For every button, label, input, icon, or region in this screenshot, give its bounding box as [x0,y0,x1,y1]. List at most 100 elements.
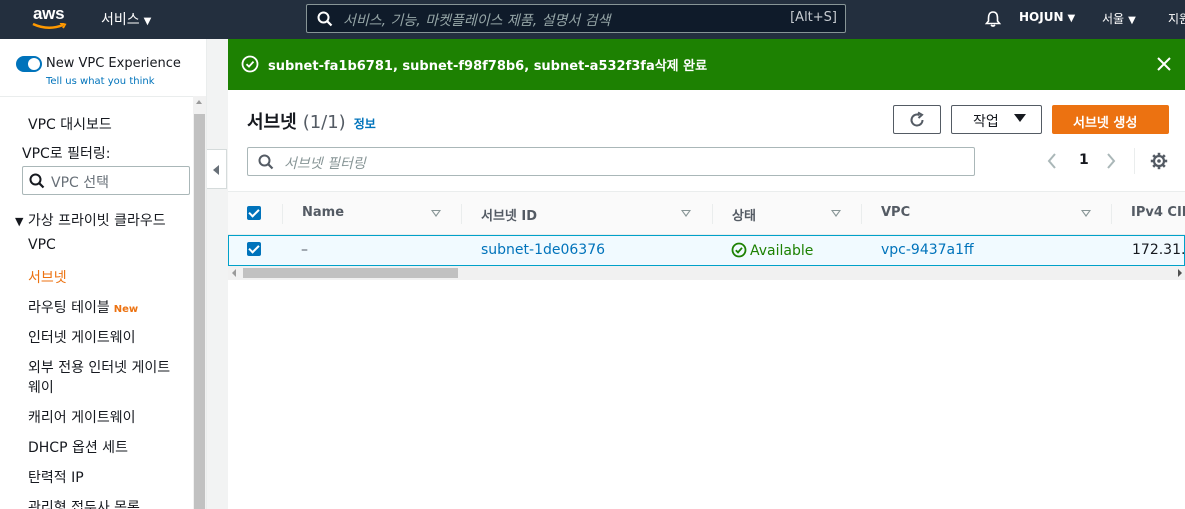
table-header: Name 서브넷 ID 상태 VPC IPv4 CIDR [228,191,1185,235]
aws-logo-text: aws [33,4,65,23]
subnets-panel-header: 서브넷 (1/1) 정보 작업 서브넷 생성 서브넷 필터링 1 [228,90,1185,191]
region-menu[interactable]: 서울 ▼ [1102,10,1136,27]
sidebar-item-carrier-gateways[interactable]: 캐리어 게이트웨이 [28,407,136,427]
sidebar-item-egress-only-gateways[interactable]: 외부 전용 인터넷 게이트 [28,357,170,377]
chevron-down-icon: ▼ [143,16,152,27]
user-name: HOJUN [1019,10,1064,24]
create-subnet-button[interactable]: 서브넷 생성 [1052,105,1169,134]
actions-label: 작업 [973,114,999,130]
sidebar-item-vpc-dashboard[interactable]: VPC 대시보드 [28,114,112,134]
aws-logo[interactable]: aws [32,4,72,34]
scroll-right-arrow-icon[interactable] [1178,269,1182,277]
scroll-up-arrow-icon[interactable] [196,100,202,104]
select-all-checkbox[interactable] [247,206,261,220]
subnet-filter-placeholder: 서브넷 필터링 [284,156,366,172]
scroll-left-arrow-icon[interactable] [232,269,236,277]
actions-dropdown-button[interactable]: 작업 [951,105,1042,134]
sidebar-scrollbar[interactable] [193,96,206,509]
table-row[interactable]: – subnet-1de06376 Available vpc-9437a1ff… [228,235,1185,266]
vpc-filter-select[interactable]: VPC 선택 [22,166,190,195]
cell-state: Available [731,242,813,259]
user-menu[interactable]: HOJUN ▼ [1019,10,1075,24]
feedback-link[interactable]: Tell us what you think [46,76,155,87]
info-link[interactable]: 정보 [354,117,376,131]
sidebar-item-subnets[interactable]: 서브넷 [28,267,67,287]
collapse-sidebar-button[interactable] [207,149,227,189]
sidebar-item-route-tables[interactable]: 라우팅 테이블 New [28,297,138,317]
refresh-button[interactable] [893,105,941,134]
cell-subnet-id-link[interactable]: subnet-1de06376 [481,242,605,258]
search-shortcut: [Alt+S] [790,10,837,25]
sidebar: New VPC Experience Tell us what you thin… [0,39,207,509]
create-subnet-label: 서브넷 생성 [1073,116,1138,131]
state-text: Available [750,243,814,259]
vpc-filter-placeholder: VPC 선택 [51,175,110,191]
next-page-icon[interactable] [1105,151,1117,171]
selection-count: (1/1) [302,112,346,133]
available-check-circle-icon [731,242,747,258]
search-placeholder: 서비스, 기능, 마켓플레이스 제품, 설명서 검색 [343,13,611,29]
region-name: 서울 [1102,12,1125,26]
subnet-filter-input[interactable]: 서브넷 필터링 [247,147,975,176]
sidebar-item-label: 라우팅 테이블 [28,300,110,316]
caret-down-icon: ▼ [15,215,24,228]
support-menu[interactable]: 지원 [1168,10,1185,27]
global-search-input[interactable]: 서비스, 기능, 마켓플레이스 제품, 설명서 검색 [Alt+S] [306,4,846,33]
toggle-label: New VPC Experience [46,56,181,71]
column-header-name[interactable]: Name [302,205,344,220]
divider [0,96,206,97]
search-icon [317,11,333,27]
column-header-vpc[interactable]: VPC [881,205,910,220]
sidebar-item-elastic-ip[interactable]: 탄력적 IP [28,467,84,487]
chevron-down-icon: ▼ [1128,15,1136,26]
chevron-down-icon: ▼ [1067,13,1076,24]
sidebar-group-title: 가상 프라이빗 클라우드 [27,213,166,229]
column-header-state[interactable]: 상태 [732,205,756,224]
column-divider [282,204,283,224]
services-label: 서비스 [101,12,140,28]
sidebar-item-vpc[interactable]: VPC [28,237,56,253]
sidebar-group-vpc[interactable]: ▼ 가상 프라이빗 클라우드 [15,210,166,230]
previous-page-icon[interactable] [1046,151,1058,171]
services-menu[interactable]: 서비스 ▼ [101,9,151,29]
toggle-switch[interactable] [16,56,42,72]
sidebar-item-internet-gateways[interactable]: 인터넷 게이트웨이 [28,327,136,347]
column-divider[interactable] [461,204,462,224]
vpc-filter-label: VPC로 필터링: [22,146,111,162]
notifications-bell-icon[interactable] [984,10,1002,28]
cell-vpc-link[interactable]: vpc-9437a1ff [881,242,974,258]
row-checkbox[interactable] [247,242,261,256]
sort-icon[interactable] [1081,210,1091,217]
subnets-table: Name 서브넷 ID 상태 VPC IPv4 CIDR – subnet-1d… [228,191,1185,509]
sidebar-item-dhcp-options[interactable]: DHCP 옵션 세트 [28,437,128,457]
support-label: 지원 [1168,12,1185,26]
column-header-ipv4-cidr[interactable]: IPv4 CIDR [1131,205,1185,220]
table-horizontal-scrollbar[interactable] [228,266,1185,280]
aws-smile-icon [32,23,67,29]
sidebar-item-egress-only-gateways-cont[interactable]: 웨이 [28,377,54,397]
column-divider[interactable] [861,204,862,224]
scrollbar-thumb[interactable] [194,114,205,509]
success-check-circle-icon [241,55,259,73]
refresh-icon [910,111,924,127]
cell-name: – [301,242,308,258]
column-divider[interactable] [712,204,713,224]
top-navigation: aws 서비스 ▼ 서비스, 기능, 마켓플레이스 제품, 설명서 검색 [Alt… [0,0,1185,39]
sort-icon[interactable] [831,210,841,217]
search-icon [29,173,45,189]
caret-down-icon [1014,114,1026,122]
sort-icon[interactable] [431,210,441,217]
column-header-subnet-id[interactable]: 서브넷 ID [481,205,537,224]
sidebar-item-prefix-lists[interactable]: 관리형 접두사 목록 [28,497,140,509]
column-divider[interactable] [1111,204,1112,224]
close-icon[interactable] [1157,57,1171,71]
gear-icon[interactable] [1150,152,1168,170]
page-title-text: 서브넷 [247,112,297,133]
current-page-number[interactable]: 1 [1079,152,1089,168]
sort-icon[interactable] [681,210,691,217]
scrollbar-thumb[interactable] [243,268,458,278]
page-title: 서브넷 (1/1) 정보 [247,108,376,134]
divider [1134,148,1135,174]
notification-message: subnet-fa1b6781, subnet-f98f78b6, subnet… [268,59,708,74]
new-badge: New [113,304,139,315]
